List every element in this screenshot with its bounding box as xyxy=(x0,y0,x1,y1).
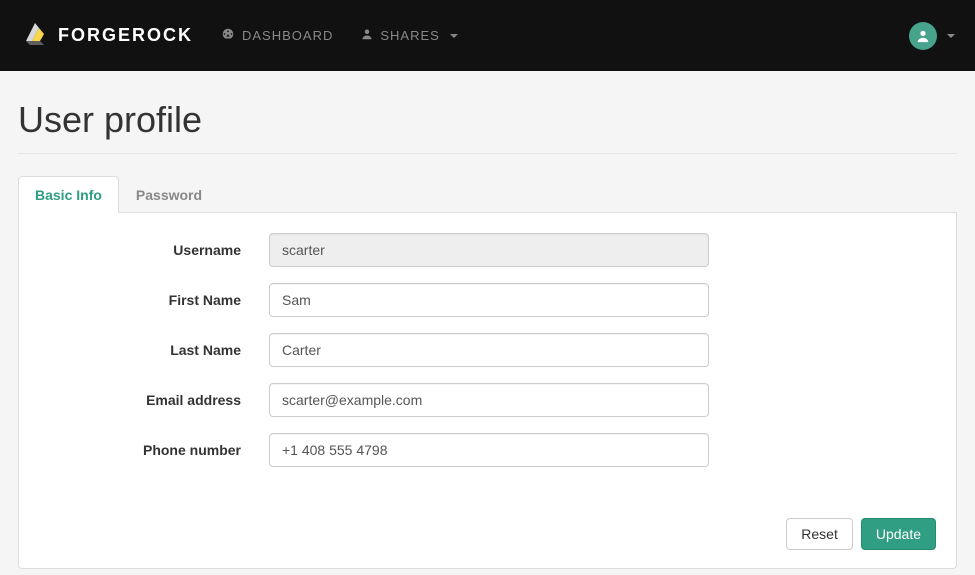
brand-logo-icon xyxy=(20,19,50,52)
avatar xyxy=(909,22,937,50)
user-menu[interactable] xyxy=(909,22,955,50)
navbar-left: FORGEROCK DASHBOARD SHARES xyxy=(20,19,458,52)
brand-text: FORGEROCK xyxy=(58,25,193,46)
label-email: Email address xyxy=(39,392,269,408)
row-username: Username xyxy=(39,233,936,267)
dashboard-icon xyxy=(221,27,235,44)
tab-basic-info[interactable]: Basic Info xyxy=(18,176,119,213)
navbar: FORGEROCK DASHBOARD SHARES xyxy=(0,0,975,71)
page-title: User profile xyxy=(18,99,957,154)
input-phone[interactable] xyxy=(269,433,709,467)
nav-shares-label: SHARES xyxy=(380,28,439,43)
row-phone: Phone number xyxy=(39,433,936,467)
nav-dashboard-label: DASHBOARD xyxy=(242,28,333,43)
update-button[interactable]: Update xyxy=(861,518,936,550)
basic-info-panel: Username First Name Last Name Email addr… xyxy=(18,213,957,569)
chevron-down-icon xyxy=(947,34,955,38)
reset-button[interactable]: Reset xyxy=(786,518,853,550)
nav-shares[interactable]: SHARES xyxy=(361,28,457,43)
label-username: Username xyxy=(39,242,269,258)
label-phone: Phone number xyxy=(39,442,269,458)
user-icon xyxy=(361,28,373,43)
form-actions: Reset Update xyxy=(39,483,936,550)
row-first-name: First Name xyxy=(39,283,936,317)
nav-dashboard[interactable]: DASHBOARD xyxy=(221,27,333,44)
input-first-name[interactable] xyxy=(269,283,709,317)
chevron-down-icon xyxy=(450,34,458,38)
label-last-name: Last Name xyxy=(39,342,269,358)
input-email[interactable] xyxy=(269,383,709,417)
brand-link[interactable]: FORGEROCK xyxy=(20,19,193,52)
label-first-name: First Name xyxy=(39,292,269,308)
tab-password[interactable]: Password xyxy=(119,176,219,213)
row-last-name: Last Name xyxy=(39,333,936,367)
input-last-name[interactable] xyxy=(269,333,709,367)
input-username xyxy=(269,233,709,267)
row-email: Email address xyxy=(39,383,936,417)
tabs: Basic Info Password xyxy=(18,176,957,213)
main-container: User profile Basic Info Password Usernam… xyxy=(0,71,975,569)
